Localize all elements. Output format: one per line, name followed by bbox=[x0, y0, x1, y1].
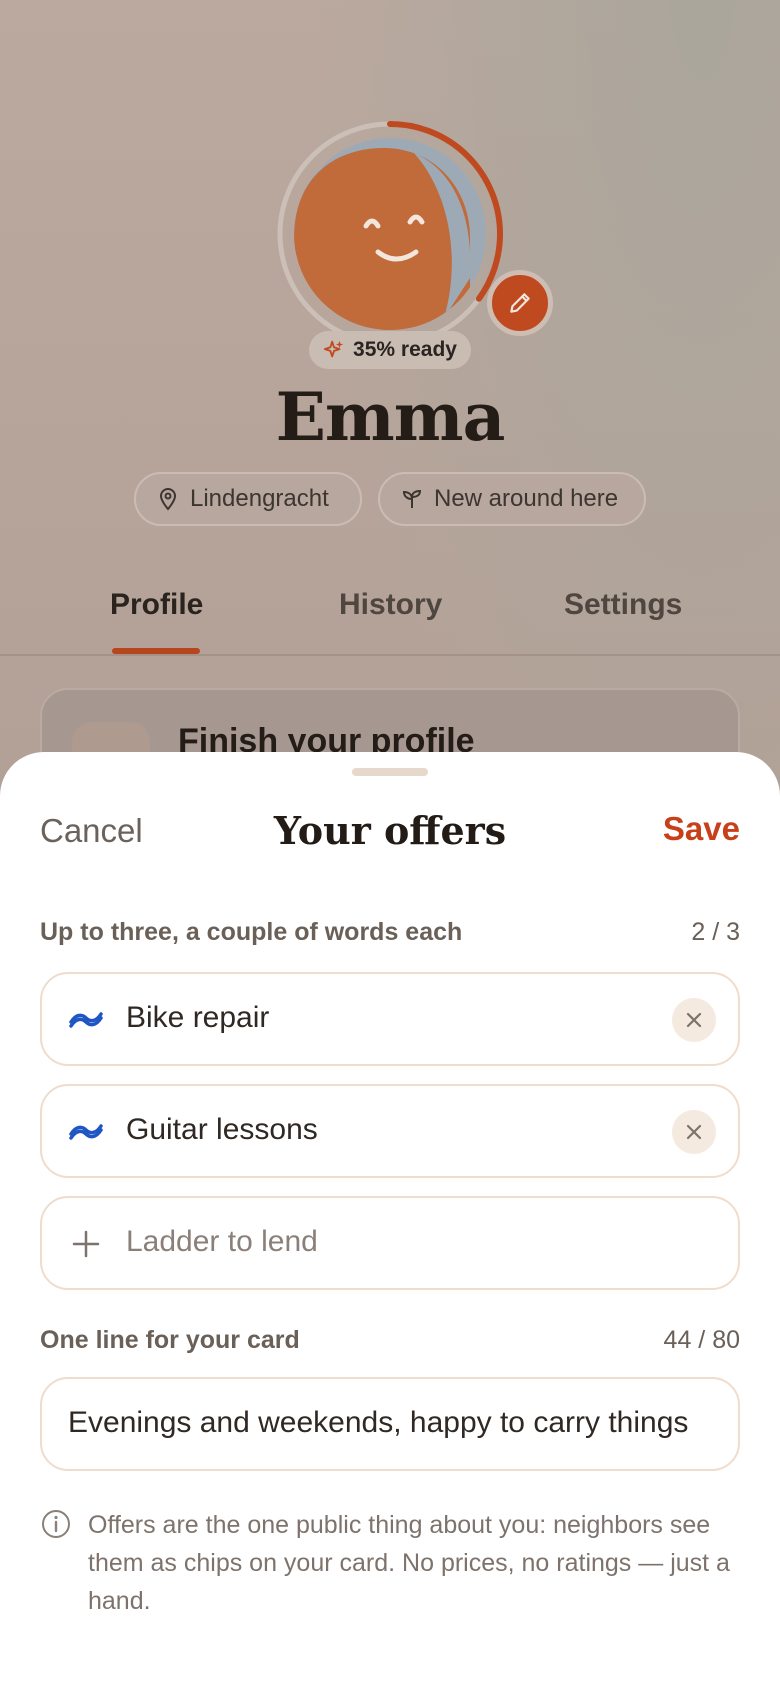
avatar[interactable] bbox=[274, 118, 506, 350]
location-chip[interactable]: Lindengracht bbox=[134, 472, 362, 526]
status-chip[interactable]: New around here bbox=[378, 472, 646, 526]
handshake-icon bbox=[69, 1012, 103, 1028]
edit-avatar-button[interactable] bbox=[487, 270, 553, 336]
map-pin-icon bbox=[159, 488, 177, 511]
status-chip-label: New around here bbox=[434, 485, 619, 512]
add-offer-input[interactable]: Ladder to lend bbox=[40, 1196, 740, 1290]
card-line-input[interactable]: Evenings and weekends, happy to carry th… bbox=[40, 1377, 740, 1471]
card-line-value: Evenings and weekends, happy to carry th… bbox=[68, 1406, 689, 1439]
info-text: Offers are the one public thing about yo… bbox=[88, 1511, 730, 1615]
offer-field[interactable]: Guitar lessons bbox=[40, 1084, 740, 1178]
offers-sheet: Cancel Your offers Save Up to three, a c… bbox=[0, 752, 780, 1688]
offer-field[interactable]: Bike repair bbox=[40, 972, 740, 1066]
pencil-icon bbox=[510, 293, 530, 313]
close-icon bbox=[686, 1124, 702, 1140]
sparkle-icon bbox=[323, 340, 344, 358]
tab-profile[interactable]: Profile bbox=[110, 588, 203, 622]
handshake-icon bbox=[69, 1124, 103, 1140]
tab-divider bbox=[0, 654, 780, 656]
offers-section-label: Up to three, a couple of words each bbox=[40, 918, 463, 946]
plus-icon bbox=[72, 1230, 100, 1258]
save-button[interactable]: Save bbox=[663, 810, 740, 848]
offer-text: Bike repair bbox=[126, 1001, 270, 1034]
tab-history[interactable]: History bbox=[339, 588, 442, 622]
card-line-count: 44 / 80 bbox=[663, 1326, 740, 1354]
add-offer-placeholder: Ladder to lend bbox=[126, 1225, 318, 1258]
remove-offer-button[interactable] bbox=[672, 998, 716, 1042]
tab-settings[interactable]: Settings bbox=[564, 588, 682, 622]
offer-text: Guitar lessons bbox=[126, 1113, 318, 1146]
profile-tabs: Profile History Settings bbox=[0, 588, 780, 654]
info-icon bbox=[42, 1510, 70, 1538]
close-icon bbox=[686, 1012, 702, 1028]
progress-ring bbox=[277, 121, 503, 347]
profile-name: Emma bbox=[275, 378, 506, 456]
card-line-label: One line for your card bbox=[40, 1326, 300, 1354]
location-chip-label: Lindengracht bbox=[190, 485, 329, 512]
sheet-grabber[interactable] bbox=[352, 768, 428, 776]
readiness-badge: 35% ready bbox=[309, 331, 471, 369]
sprout-icon bbox=[402, 489, 422, 508]
offers-count: 2 / 3 bbox=[691, 918, 740, 946]
remove-offer-button[interactable] bbox=[672, 1110, 716, 1154]
readiness-text: 35% ready bbox=[353, 338, 457, 361]
